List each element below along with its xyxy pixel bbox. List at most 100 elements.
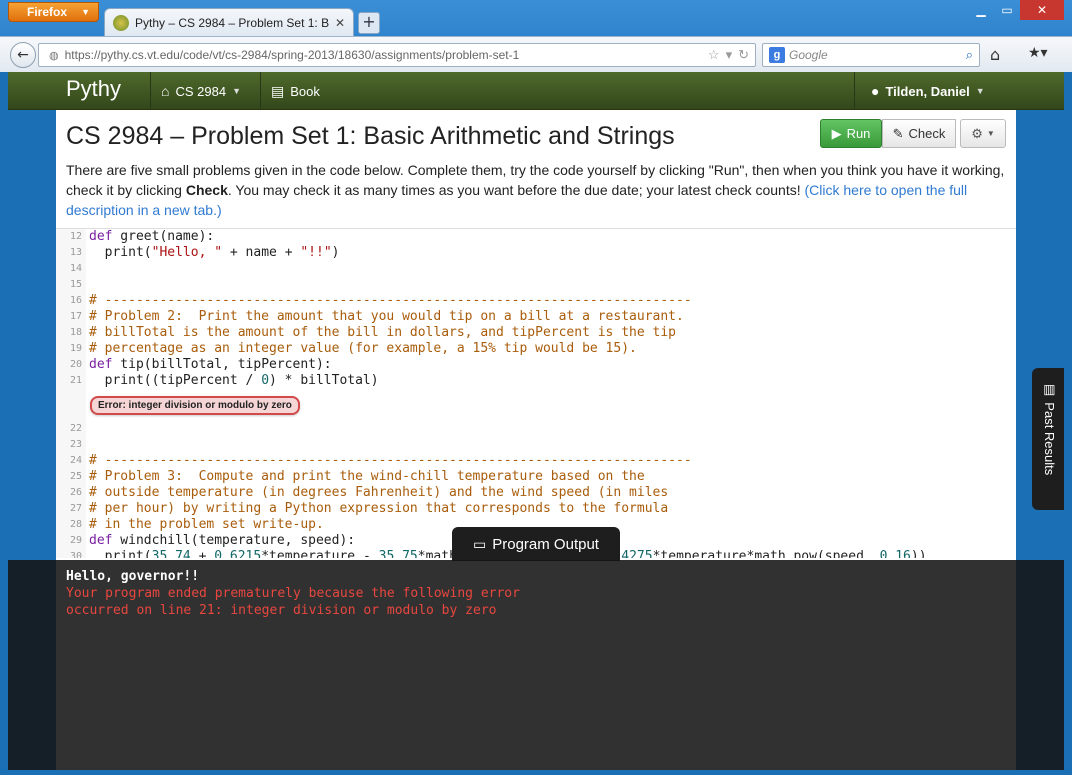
code-token: def <box>89 533 113 548</box>
code-token: 0.6215 <box>214 549 262 558</box>
code-token: tip(billTotal, tipPercent): <box>112 357 332 372</box>
wand-icon: ✎ <box>892 125 904 141</box>
pythy-favicon-icon <box>113 14 129 31</box>
code-line[interactable]: 20 def tip(billTotal, tipPercent): <box>56 357 1016 373</box>
reload-icon[interactable]: ↻ <box>738 47 749 63</box>
check-label: Check <box>908 126 946 141</box>
program-output-label: Program Output <box>492 535 599 553</box>
code-line[interactable]: 13 print("Hello, " + name + "!!") <box>56 245 1016 261</box>
code-token: + <box>190 549 215 558</box>
code-line[interactable]: 12 def greet(name): <box>56 229 1016 245</box>
code-text: # --------------------------------------… <box>86 293 692 309</box>
code-text: # Problem 2: Print the amount that you w… <box>86 309 684 325</box>
firefox-menu-button[interactable]: Firefox ▼ <box>8 2 99 22</box>
book-label: Book <box>290 83 320 99</box>
code-line[interactable]: 18 # billTotal is the amount of the bill … <box>56 325 1016 341</box>
code-line[interactable]: 27 # per hour) by writing a Python expres… <box>56 501 1016 517</box>
home-icon[interactable]: ⌂ <box>990 45 1000 64</box>
line-number <box>56 389 86 421</box>
app-header: Pythy ⌂ CS 2984 ▼ ▤ Book ● Tilden, Danie… <box>8 72 1064 110</box>
code-editor[interactable]: 12 def greet(name): 13 print("Hello, " + n… <box>56 228 1016 558</box>
search-icon[interactable]: ⌕ <box>966 47 973 63</box>
code-token: # outside temperature (in degrees Fahren… <box>89 485 669 500</box>
minimize-icon[interactable]: ▁ <box>968 0 994 20</box>
google-icon[interactable]: g <box>769 47 785 63</box>
play-icon: ▶ <box>831 125 842 141</box>
code-token: # per hour) by writing a Python expressi… <box>89 501 669 516</box>
chevron-down-icon: ▼ <box>986 129 995 138</box>
line-number: 24 <box>56 453 86 469</box>
code-token: def <box>89 229 113 244</box>
code-token: # percentage as an integer value (for ex… <box>89 341 637 356</box>
description-text-2: . You may check it as many times as you … <box>227 182 805 198</box>
code-token: )) <box>910 549 927 558</box>
code-line[interactable]: 23 <box>56 437 1016 453</box>
bookmark-star-icon[interactable]: ☆ <box>708 47 720 63</box>
output-error-line: Your program ended prematurely because t… <box>66 586 520 601</box>
line-number: 21 <box>56 373 86 389</box>
brand-logo[interactable]: Pythy <box>66 76 121 102</box>
line-number: 29 <box>56 533 86 549</box>
line-number: 15 <box>56 277 86 293</box>
code-text: def windchill(temperature, speed): <box>86 533 355 549</box>
tab-title: Pythy – CS 2984 – Problem Set 1: Basic .… <box>135 15 329 30</box>
program-output-tab[interactable]: ▭ Program Output <box>452 527 620 561</box>
close-tab-icon[interactable]: ✕ <box>335 16 345 30</box>
code-token: 35.74 <box>151 549 191 558</box>
code-token: *temperature - <box>261 549 379 558</box>
code-text: def greet(name): <box>86 229 214 245</box>
dropdown-arrow-icon[interactable]: ▾ <box>726 47 733 63</box>
code-token: *temperature*math.pow(speed, <box>652 549 880 558</box>
code-line[interactable]: 15 <box>56 277 1016 293</box>
code-line[interactable]: 25 # Problem 3: Compute and print the win… <box>56 469 1016 485</box>
browser-chrome: Firefox ▼ Pythy – CS 2984 – Problem Set … <box>0 0 1072 72</box>
code-line[interactable]: 22 <box>56 421 1016 437</box>
check-button[interactable]: ✎ Check <box>882 119 956 148</box>
window-controls: ▁ ▭ ✕ <box>968 0 1064 20</box>
search-placeholder: Google <box>789 48 828 62</box>
code-token: greet(name): <box>112 229 215 244</box>
code-text: # per hour) by writing a Python expressi… <box>86 501 668 517</box>
code-line[interactable]: 26 # outside temperature (in degrees Fahr… <box>56 485 1016 501</box>
new-tab-button[interactable]: + <box>358 12 380 34</box>
code-line[interactable]: 14 <box>56 261 1016 277</box>
line-number: 27 <box>56 501 86 517</box>
book-link[interactable]: ▤ Book <box>260 72 330 110</box>
settings-button[interactable]: ⚙ ▼ <box>960 119 1006 148</box>
code-line[interactable]: 17 # Problem 2: Print the amount that you… <box>56 309 1016 325</box>
bookmarks-menu-icon[interactable]: ★▾ <box>1028 45 1048 61</box>
code-token: 0.16 <box>879 549 911 558</box>
chevron-down-icon: ▼ <box>232 86 241 96</box>
past-results-tab[interactable]: ▤ Past Results <box>1032 368 1064 510</box>
run-button[interactable]: ▶ Run <box>820 119 882 148</box>
line-number: 22 <box>56 421 86 437</box>
close-window-icon[interactable]: ✕ <box>1020 0 1064 20</box>
code-text: # percentage as an integer value (for ex… <box>86 341 637 357</box>
back-button[interactable]: ← <box>10 42 36 68</box>
assignment-description: There are five small problems given in t… <box>66 160 1006 220</box>
navigation-bar: ← ◍ https://pythy.cs.vt.edu/code/vt/cs-2… <box>0 36 1072 72</box>
code-text: # --------------------------------------… <box>86 453 692 469</box>
course-menu[interactable]: ⌂ CS 2984 ▼ <box>150 72 251 110</box>
code-token: + name + <box>222 245 301 260</box>
user-menu[interactable]: ● Tilden, Daniel ▼ <box>854 72 1064 110</box>
output-error-line: occurred on line 21: integer division or… <box>66 603 497 618</box>
code-line[interactable]: 21 print((tipPercent / 0) * billTotal) <box>56 373 1016 389</box>
url-bar[interactable]: ◍ https://pythy.cs.vt.edu/code/vt/cs-298… <box>38 43 756 67</box>
maximize-icon[interactable]: ▭ <box>994 0 1020 20</box>
error-annotation-row: Error: integer division or modulo by zer… <box>56 389 1016 421</box>
line-number: 30 <box>56 549 86 558</box>
code-text: print((tipPercent / 0) * billTotal) <box>86 373 379 389</box>
url-actions: ☆ ▾ ↻ <box>708 47 755 63</box>
code-line[interactable]: 16 # ------------------------------------… <box>56 293 1016 309</box>
search-box[interactable]: g Google ⌕ <box>762 43 980 67</box>
code-text: print("Hello, " + name + "!!") <box>86 245 340 261</box>
line-number: 26 <box>56 485 86 501</box>
code-line[interactable]: 24 # ------------------------------------… <box>56 453 1016 469</box>
code-text: def tip(billTotal, tipPercent): <box>86 357 332 373</box>
page-title: CS 2984 – Problem Set 1: Basic Arithmeti… <box>66 122 675 150</box>
browser-tab[interactable]: Pythy – CS 2984 – Problem Set 1: Basic .… <box>104 8 354 36</box>
code-line[interactable]: 19 # percentage as an integer value (for … <box>56 341 1016 357</box>
